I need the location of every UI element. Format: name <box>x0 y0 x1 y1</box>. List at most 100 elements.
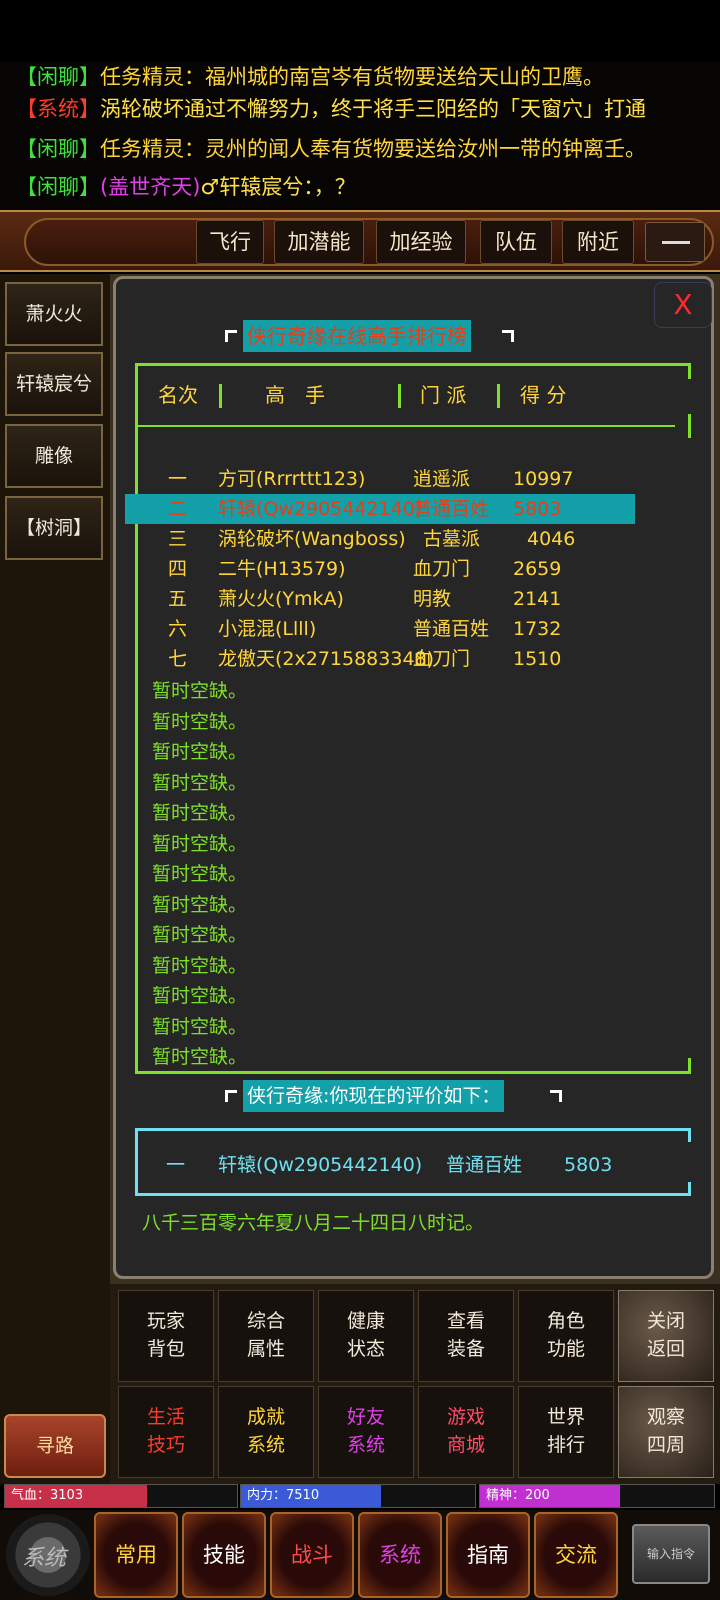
divider <box>688 1128 691 1142</box>
empty-slot: 暂时空缺。 <box>152 954 248 977</box>
sidebar-item-treehole[interactable]: 【树洞】 <box>5 496 103 560</box>
menu-button[interactable]: 生活 技巧 <box>118 1386 214 1478</box>
empty-slot: 暂时空缺。 <box>152 985 248 1007</box>
bottom-tab[interactable]: 系统 <box>358 1512 442 1598</box>
menu-button-label: 关闭 <box>646 1310 685 1332</box>
menu-button-label: 背包 <box>146 1338 185 1360</box>
mana-bar: 内力：7510 <box>240 1484 476 1508</box>
divider <box>135 425 675 427</box>
empty-slot: 暂时空缺。 <box>152 771 248 794</box>
menu-button[interactable]: 游戏 商城 <box>418 1386 514 1478</box>
divider <box>688 1182 691 1196</box>
table-row[interactable]: 五 萧火火(YmkA) 明教 2141 <box>125 584 635 614</box>
divider <box>398 384 401 408</box>
table-row[interactable]: 一 方可(Rrrrttt123) 逍遥派 10997 <box>125 464 635 494</box>
cell-rank: 四 <box>168 558 188 580</box>
menu-button[interactable]: 成就 系统 <box>218 1386 314 1478</box>
chat-message: 涡轮破坏通过不懈努力，终于将手三阳经的「天窗穴」打通 <box>100 97 646 121</box>
menu-button-label: 角色 <box>546 1310 585 1332</box>
menu-button-label: 系统 <box>346 1434 385 1456</box>
chat-channel-tag: 【闲聊】 <box>16 175 100 199</box>
bottom-tab[interactable]: 常用 <box>94 1512 178 1598</box>
menu-button-label: 系统 <box>246 1434 285 1456</box>
menu-button-label: 游戏 <box>446 1406 485 1428</box>
add-potential-button[interactable]: 加潜能 <box>274 220 364 264</box>
menu-button[interactable]: 综合 属性 <box>218 1290 314 1382</box>
fly-button[interactable]: 飞行 <box>196 220 264 264</box>
bottom-tab[interactable]: 指南 <box>446 1512 530 1598</box>
chat-message: 任务精灵：福州城的南宫岑有货物要送给天山的卫鹰。 <box>100 65 604 89</box>
eval-score: 5803 <box>564 1154 613 1176</box>
menu-button-label: 好友 <box>346 1406 385 1428</box>
menu-button[interactable]: 关闭 返回 <box>618 1290 714 1382</box>
menu-button[interactable]: 好友 系统 <box>318 1386 414 1478</box>
nearby-button[interactable]: 附近 <box>562 220 634 264</box>
cell-score: 4046 <box>527 528 576 550</box>
bracket-corner <box>225 330 237 342</box>
chat-nickname[interactable]: (盖世齐天) <box>100 175 200 199</box>
cell-name: 方可(Rrrrttt123) <box>218 468 366 490</box>
cell-rank: 七 <box>168 648 188 670</box>
bottom-tab[interactable]: 技能 <box>182 1512 266 1598</box>
table-row[interactable]: 六 小混混(Llll) 普通百姓 1732 <box>125 614 635 644</box>
menu-button[interactable]: 玩家 背包 <box>118 1290 214 1382</box>
chat-line: 【闲聊】任务精灵：福州城的南宫岑有货物要送给天山的卫鹰。 <box>16 62 604 92</box>
sidebar-item-statue[interactable]: 雕像 <box>5 424 103 488</box>
spirit-bar: 精神：200 <box>479 1484 715 1508</box>
table-row[interactable]: 二 轩辕(Qw2905442140) 普通百姓 5803 <box>125 494 635 524</box>
cell-score: 1732 <box>513 618 562 640</box>
sidebar-item-player[interactable]: 萧火火 <box>5 282 103 346</box>
cell-name: 萧火火(YmkA) <box>218 588 344 610</box>
divider <box>135 1193 691 1196</box>
divider <box>688 363 691 379</box>
empty-slot: 暂时空缺。 <box>152 832 248 855</box>
menu-button-label: 健康 <box>346 1310 385 1332</box>
bottom-tab[interactable]: 战斗 <box>270 1512 354 1598</box>
empty-slot: 暂时空缺。 <box>152 680 248 702</box>
eval-rank: 一 <box>166 1154 186 1176</box>
menu-button[interactable]: 观察 四周 <box>618 1386 714 1478</box>
team-button[interactable]: 队伍 <box>480 220 552 264</box>
divider <box>135 1128 691 1131</box>
sidebar-item-player[interactable]: 轩辕宸兮 <box>5 352 103 416</box>
minus-icon[interactable] <box>645 222 705 262</box>
close-button[interactable]: X <box>654 282 712 328</box>
bracket-corner <box>225 1090 237 1102</box>
menu-button[interactable]: 角色 功能 <box>518 1290 614 1382</box>
menu-button[interactable]: 世界 排行 <box>518 1386 614 1478</box>
empty-slot: 暂时空缺。 <box>152 710 248 733</box>
cell-name: 小混混(Llll) <box>218 618 317 640</box>
menu-button-label: 技巧 <box>146 1434 185 1456</box>
chat-line: 【闲聊】任务精灵：灵州的闻人奉有货物要送给汝州一带的钟离壬。 <box>16 134 646 164</box>
stat-label: 内力：7510 <box>247 1488 320 1503</box>
empty-slot: 暂时空缺。 <box>152 893 248 916</box>
cell-sect: 普通百姓 <box>413 498 490 520</box>
gender-icon: ♂ <box>200 175 220 199</box>
chat-log: 【闲聊】任务精灵：福州城的南宫岑有货物要送给天山的卫鹰。 【系统】涡轮破坏通过不… <box>0 62 720 212</box>
cell-name: 轩辕(Qw2905442140) <box>218 498 423 520</box>
stat-label: 气血：3103 <box>11 1488 84 1503</box>
cell-sect: 普通百姓 <box>413 618 490 640</box>
bottom-tab[interactable]: 交流 <box>534 1512 618 1598</box>
table-row[interactable]: 三 涡轮破坏(Wangboss) 古墓派 4046 <box>125 524 635 554</box>
command-input-button[interactable]: 输入指令 <box>632 1524 710 1584</box>
menu-button-label: 返回 <box>646 1338 685 1360</box>
table-row[interactable]: 七 龙傲天(2x2715883348) 血刀门 1510 <box>125 644 635 674</box>
cell-name: 二牛(H13579) <box>218 558 346 580</box>
chat-channel-tag: 【闲聊】 <box>16 65 100 89</box>
ranking-title: 侠行奇缘在线高手排行榜 <box>243 320 471 352</box>
table-row[interactable]: 四 二牛(H13579) 血刀门 2659 <box>125 554 635 584</box>
evaluation-title: 侠行奇缘:你现在的评价如下： <box>243 1080 505 1112</box>
add-exp-button[interactable]: 加经验 <box>376 220 466 264</box>
cell-sect: 逍遥派 <box>413 468 471 490</box>
pathfind-button[interactable]: 寻路 <box>4 1414 106 1478</box>
cell-score: 10997 <box>513 468 574 490</box>
empty-slot: 暂时空缺。 <box>152 1046 248 1068</box>
empty-slot: 暂时空缺。 <box>152 924 248 946</box>
menu-button[interactable]: 查看 装备 <box>418 1290 514 1382</box>
chat-line: 【系统】涡轮破坏通过不懈努力，终于将手三阳经的「天窗穴」打通 <box>16 94 646 124</box>
menu-button-label: 生活 <box>146 1406 185 1428</box>
menu-button-label: 功能 <box>546 1338 585 1360</box>
header-name: 高 手 <box>265 383 325 407</box>
menu-button[interactable]: 健康 状态 <box>318 1290 414 1382</box>
